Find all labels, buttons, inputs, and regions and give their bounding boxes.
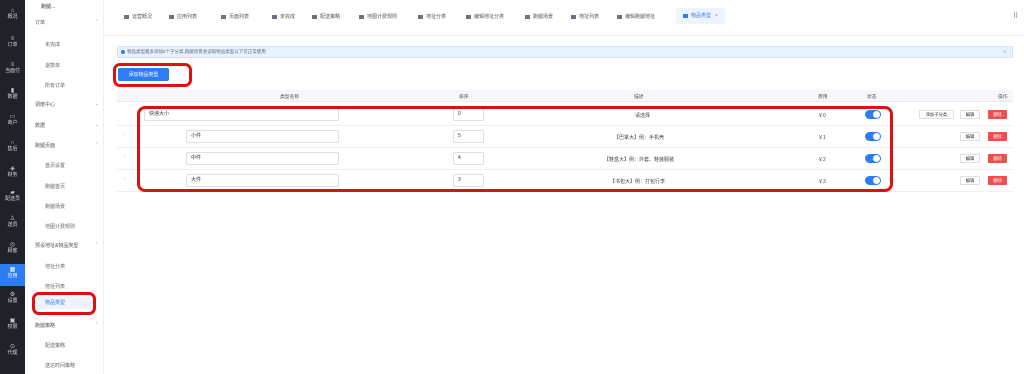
- delete-button[interactable]: 删除: [988, 176, 1007, 185]
- chart-icon: [617, 14, 622, 19]
- tab-delivery-strategy[interactable]: 配送策略: [312, 13, 340, 20]
- chevron-up-icon: ⌃: [94, 142, 99, 148]
- menu-item-address-categories[interactable]: 地址分类: [45, 263, 65, 270]
- menu-group-presets[interactable]: 预设地址&物品类型 ⌃: [35, 242, 99, 249]
- rail-item-apps[interactable]: ▦ 应用: [0, 264, 25, 286]
- highlight-box-menu: [32, 292, 96, 315]
- column-header-operations: 操作: [998, 95, 1008, 100]
- grid-menu-icon[interactable]: ⠿: [1013, 12, 1018, 20]
- main-nav-rail: ⌂ 概况 ≡ 订单 ≡ 当面付 ▮ 数据 ▭ 商户 ∩ 售后 ◈ 财务 ▰ 配送员 ♙ 送员 ◎ 顾…: [0, 0, 25, 374]
- menu-item-delivery-time[interactable]: 送达时间策略: [45, 362, 75, 369]
- grid-icon: [221, 14, 226, 19]
- tab-map-billing[interactable]: 地图计费规则: [359, 13, 397, 20]
- add-subcategory-button[interactable]: 添加子分类: [919, 110, 954, 119]
- menu-item-all-orders[interactable]: 所有订单: [45, 82, 65, 89]
- info-alert: 物品类型最多添加5个子分类,跑腿场景会读取物品类型以下可正常使用 ×: [117, 46, 1013, 58]
- info-icon: [121, 50, 125, 54]
- chevron-down-icon: ⌄: [94, 122, 99, 128]
- menu-item-unfinished[interactable]: 未完成: [45, 41, 60, 48]
- close-icon[interactable]: ×: [715, 13, 718, 19]
- rail-item-overview[interactable]: ⌂ 概况: [0, 8, 25, 20]
- menu-item-delivery-strategy[interactable]: 配送策略: [45, 342, 65, 349]
- edit-button[interactable]: 编辑: [960, 110, 980, 119]
- rail-item-merchant[interactable]: ▭ 商户: [0, 114, 25, 126]
- edit-button[interactable]: 编辑: [960, 132, 980, 141]
- tab-edit-errand-address[interactable]: 编辑跑腿地址: [617, 13, 655, 20]
- chevron-up-icon: ⌃: [94, 242, 99, 248]
- secondary-menu: 跑腿... 订单 ⌃ 未完成 退款单 所有订单 调度中心 ⌄ 数据 ⌄ 跑腿页面 ⌃ 首…: [25, 0, 104, 374]
- chart-icon: [571, 14, 576, 19]
- tree-line-icon: ╵: [123, 178, 127, 184]
- chart-icon: [466, 14, 471, 19]
- grid-icon: [124, 14, 129, 19]
- tab-app-list[interactable]: 应用列表: [169, 13, 197, 20]
- table-header: 类型名称 排序 描述 费用 状态 操作: [117, 90, 1013, 102]
- rail-item-customers[interactable]: ◎ 顾客: [0, 242, 25, 254]
- chevron-up-icon: ⌃: [94, 322, 99, 328]
- rail-item-settings[interactable]: ⚙ 设置: [0, 292, 25, 304]
- edit-button[interactable]: 编辑: [960, 176, 980, 185]
- menu-item-map-billing[interactable]: 地图计费规则: [45, 223, 75, 230]
- chart-icon: [525, 14, 530, 19]
- rail-item-orders[interactable]: ≡ 订单: [0, 36, 25, 48]
- rail-item-permissions[interactable]: ▣ 权限: [0, 318, 25, 330]
- rail-item-agent[interactable]: ⊙ 代理: [0, 344, 25, 356]
- menu-item-refunds[interactable]: 退款单: [45, 62, 60, 69]
- menu-group-pages[interactable]: 跑腿页面 ⌃: [35, 142, 99, 149]
- highlight-box-add-button: [113, 63, 192, 87]
- delete-button[interactable]: 删除: [988, 110, 1007, 119]
- chevron-up-icon: ⌃: [94, 19, 99, 25]
- highlight-box-rows: [137, 106, 893, 192]
- delete-button[interactable]: 删除: [988, 132, 1007, 141]
- rail-item-staff[interactable]: ♙ 送员: [0, 216, 25, 228]
- tree-line-icon: ╵: [123, 156, 127, 162]
- chevron-down-icon: ⌄: [94, 101, 99, 107]
- column-header-status: 状态: [867, 95, 877, 100]
- tab-overview[interactable]: 运营概况: [124, 13, 152, 20]
- rail-item-data[interactable]: ▮ 数据: [0, 88, 25, 100]
- grid-icon: [169, 14, 174, 19]
- tab-bar: 运营概况 应用列表 页面列表 未完成 配送策略 地图计费规则 地址分类 编辑地址…: [104, 0, 1024, 36]
- column-header-description: 描述: [634, 95, 644, 100]
- tab-address-categories[interactable]: 地址分类: [418, 13, 446, 20]
- menu-item-errand-scenes[interactable]: 跑腿场景: [45, 203, 65, 210]
- menu-group-orders[interactable]: 订单 ⌃: [35, 19, 99, 26]
- tree-line-icon: ╵: [123, 134, 127, 140]
- rail-item-courier[interactable]: ▰ 配送员: [0, 190, 25, 202]
- menu-group-dispatch[interactable]: 调度中心 ⌄: [35, 101, 99, 108]
- chart-icon: [683, 13, 688, 18]
- rail-item-finance[interactable]: ◈ 财务: [0, 166, 25, 178]
- chart-icon: [418, 14, 423, 19]
- tab-item-types[interactable]: 物品类型 ×: [676, 8, 725, 24]
- delete-button[interactable]: 删除: [988, 154, 1007, 163]
- rail-item-after-sales[interactable]: ∩ 售后: [0, 140, 25, 152]
- column-header-sort: 排序: [459, 95, 469, 100]
- menu-item-errand-home[interactable]: 跑腿首页: [45, 183, 65, 190]
- grid-icon: [272, 14, 277, 19]
- tab-address-list[interactable]: 地址列表: [571, 13, 599, 20]
- column-header-fee: 费用: [818, 95, 828, 100]
- rail-item-face-pay[interactable]: ≡ 当面付: [0, 62, 25, 74]
- column-header-name: 类型名称: [280, 95, 300, 100]
- chart-icon: [359, 14, 364, 19]
- tab-edit-address-category[interactable]: 编辑地址分类: [466, 13, 504, 20]
- tab-unfinished[interactable]: 未完成: [272, 13, 295, 20]
- tab-page-list[interactable]: 页面列表: [221, 13, 249, 20]
- edit-button[interactable]: 编辑: [960, 154, 980, 163]
- menu-group-data[interactable]: 数据 ⌄: [35, 122, 99, 129]
- tab-errand-scenes[interactable]: 跑腿场景: [525, 13, 553, 20]
- menu-item-home-settings[interactable]: 首页设置: [45, 162, 65, 169]
- grid-icon: [312, 14, 317, 19]
- app-title: 跑腿...: [41, 4, 56, 10]
- close-icon[interactable]: ×: [1003, 47, 1006, 57]
- menu-group-strategy[interactable]: 跑腿策略 ⌃: [35, 322, 99, 329]
- menu-item-address-list[interactable]: 地址列表: [45, 283, 65, 290]
